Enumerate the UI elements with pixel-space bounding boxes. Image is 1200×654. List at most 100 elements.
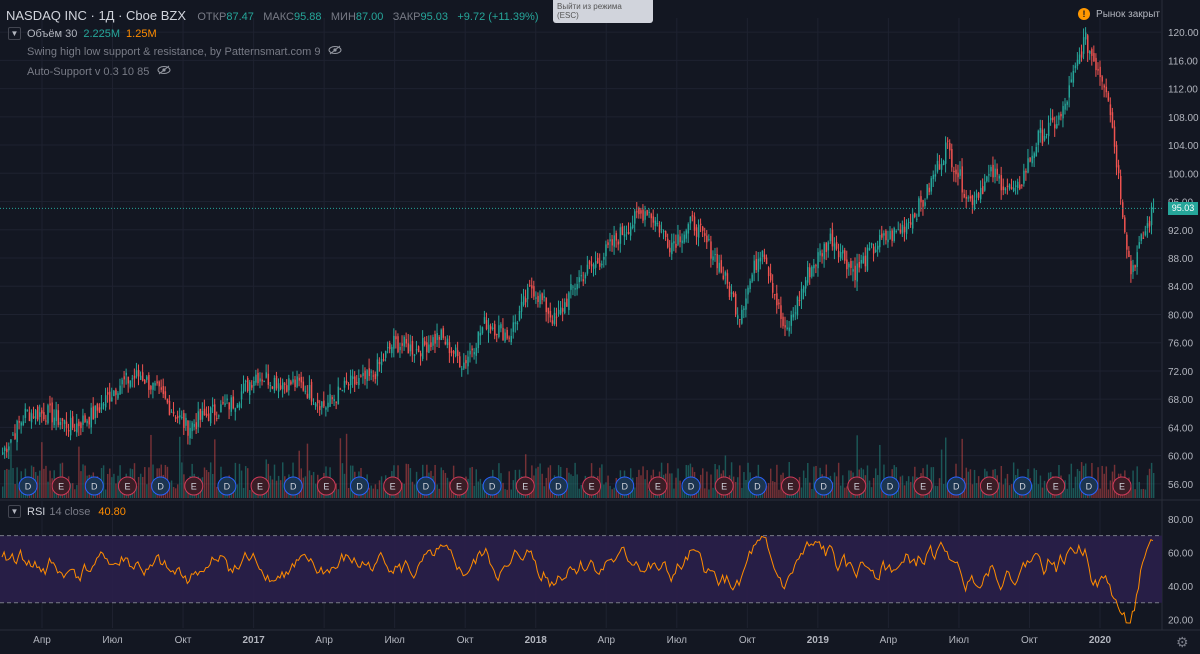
volume-bar [473,485,475,498]
rsi-legend[interactable]: ▼ RSI 14 close 40.80 [8,505,126,518]
volume-bar [312,471,315,498]
volume-bar [107,473,109,498]
volume-bar [535,468,537,498]
candle-body [1109,104,1112,116]
candle-body [1008,184,1011,189]
chevron-down-icon[interactable]: ▼ [8,27,21,40]
candle-body [345,380,348,384]
volume-bar [45,465,47,498]
candle-body [419,353,422,357]
event-label: D [356,482,363,492]
volume-bar [471,466,473,498]
candle-body [80,422,82,429]
candle-body [819,250,821,256]
eye-hidden-icon[interactable] [157,65,171,78]
volume-bar [477,481,480,498]
rsi-tick-label: 40.00 [1168,582,1193,593]
candle-body [1006,185,1009,187]
candle-body [347,383,350,386]
volume-bar [203,467,206,498]
candle-body [599,263,601,267]
volume-bar [405,463,408,498]
volume-bar [174,488,177,498]
candle-body [1054,124,1056,129]
candle-body [358,377,360,386]
candle-body [1099,66,1101,78]
volume-bar [238,463,241,498]
candle-body [576,284,578,290]
eye-hidden-icon[interactable] [328,45,342,58]
candle-body [162,386,165,395]
candle-body [236,404,239,408]
candle-body [104,395,107,408]
gear-icon[interactable]: ⚙ [1176,634,1189,651]
candle-body [341,390,344,392]
event-label: E [1119,482,1125,492]
candle-body [817,252,819,269]
candle-body [809,267,811,278]
volume-bar [772,481,774,498]
symbol-title[interactable]: NASDAQ INC · 1Д · Cboe BZX [6,8,186,23]
auto-support-legend[interactable]: Auto-Support v 0.3 10 85 [27,65,171,78]
candle-body [759,257,762,262]
price-tick-label: 84.00 [1168,282,1193,293]
candle-body [899,229,902,233]
candle-body [10,439,12,443]
earnings-event-marker: E [648,476,668,496]
candle-body [489,326,492,330]
candle-body [18,421,20,423]
chevron-down-icon[interactable]: ▼ [8,505,21,518]
chart-canvas[interactable]: 120.00116.00112.00108.00104.00100.0096.0… [0,0,1200,654]
volume-bar [899,476,902,498]
time-tick-label: 2019 [807,635,830,646]
candle-body [629,226,632,236]
volume-bar [537,466,539,498]
dividend-event-marker: D [18,476,38,496]
volume-legend[interactable]: ▼ Объём 30 2.225M 1.25M [8,27,157,40]
chart-area[interactable]: 120.00116.00112.00108.00104.00100.0096.0… [0,0,1200,654]
symbol-header: NASDAQ INC · 1Д · Cboe BZX ОТКР87.47 МАК… [6,8,539,23]
candle-body [240,391,243,400]
volume-bar [539,463,541,498]
candle-body [877,245,879,250]
candle-body [872,246,875,254]
candle-body [368,368,370,377]
candle-body [1150,206,1153,226]
candle-body [1122,202,1124,218]
candle-body [636,211,638,213]
candle-body [786,327,788,330]
candle-body [905,223,908,234]
candle-body [1039,128,1042,133]
exit-tooltip-line1: Выйти из режима [557,2,622,11]
dividend-event-marker: D [350,476,370,496]
swing-legend[interactable]: Swing high low support & resistance, by … [27,45,342,58]
event-label: E [191,482,197,492]
event-label: E [390,482,396,492]
candle-body [14,433,16,440]
candle-body [428,344,430,353]
candle-body [553,312,556,325]
volume-bar [971,484,974,498]
candle-body [839,252,842,259]
candle-body [699,223,702,225]
candle-body [706,235,708,243]
candle-body [242,383,245,392]
volume-value-2: 1.25M [126,27,157,40]
candle-body [1087,35,1089,54]
volume-bar [607,475,609,498]
candles [2,27,1155,459]
candle-body [244,380,247,383]
candle-body [282,382,284,390]
exit-fullscreen-tooltip[interactable]: Выйти из режима (ESC) [553,0,653,23]
volume-bar [1132,470,1134,498]
candle-body [1097,68,1099,71]
volume-bar [603,484,605,498]
volume-bar [370,485,373,498]
volume-bar [10,442,12,498]
candle-body [846,259,848,270]
candle-body [156,381,158,384]
rsi-tick-label: 80.00 [1168,515,1193,526]
candle-body [930,178,933,192]
candle-body [1012,187,1015,191]
candle-body [463,362,465,369]
